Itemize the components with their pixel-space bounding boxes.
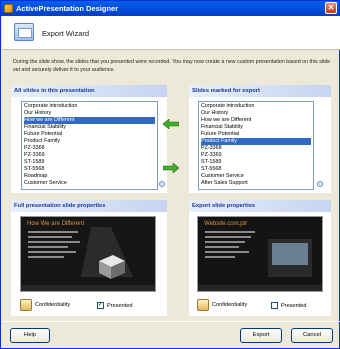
list-item[interactable]: PZ-3369 [24,152,155,159]
slide-thumbnail-title: Website.com.ptr [204,221,248,227]
export-wizard-icon [14,23,34,41]
list-item[interactable]: ST-1589 [24,159,155,166]
list-item[interactable]: PZ-3368 [24,145,155,152]
full-props-panel: How We are Different Confidentiality Pre… [11,212,167,316]
page-title: Export Wizard [42,29,90,38]
presented-checkbox[interactable] [97,301,104,309]
confidentiality-icon[interactable] [197,299,209,311]
footer: Help Export Cancel [2,321,340,349]
presented-label: Presented [281,302,307,309]
list-item[interactable]: ST-5568 [24,166,155,173]
list-item-selected[interactable]: Product Family [201,138,311,145]
list-item[interactable]: Corporate introduction [201,103,311,110]
list-item[interactable]: Customer Service [201,173,311,180]
slide-thumbnail: How We are Different [20,216,156,292]
cancel-button[interactable]: Cancel [291,328,333,343]
list-item[interactable]: Financial Stability [201,124,311,131]
all-slides-panel: Corporate introduction Our History How w… [11,97,167,193]
info-icon[interactable]: i [159,181,165,187]
window-title: ActivePresentation Designer [16,4,119,13]
list-item[interactable]: Corporate introduction [24,103,155,110]
presented-label: Presented [107,302,133,309]
app-icon [4,4,13,13]
help-button[interactable]: Help [10,328,50,343]
confidentiality-label: Confidentiality [212,302,248,308]
export-slides-list[interactable]: Corporate introduction Our History How w… [198,101,314,190]
confidentiality-row[interactable]: Confidentiality [20,299,70,311]
list-item[interactable]: ST-5568 [201,166,311,173]
confidentiality-label: Confidentiality [35,302,71,308]
presented-row[interactable]: Presented [97,301,133,309]
slide-thumbnail: Website.com.ptr [197,216,323,292]
confidentiality-icon[interactable] [20,299,32,311]
move-right-arrow-icon[interactable] [163,163,179,173]
list-item[interactable]: Roadmap [24,173,155,180]
list-item[interactable]: Future Potential [201,131,311,138]
presented-checkbox[interactable] [271,302,278,309]
full-props-heading: Full presentation slide properties [11,200,167,212]
list-item[interactable]: ST-1589 [201,159,311,166]
list-item[interactable]: PZ-3369 [201,152,311,159]
list-item[interactable]: Future Potential [24,131,155,138]
list-item[interactable]: Our History [201,110,311,117]
list-item[interactable]: PZ-3368 [201,145,311,152]
export-slides-heading: Slides marked for export [189,85,331,97]
wizard-header: Export Wizard [2,16,340,50]
slide-thumbnail-bullets [28,231,80,258]
intro-text: During the slide show, the slides that y… [13,59,331,73]
list-item[interactable]: After Sales Support [201,180,311,187]
close-button[interactable]: ✕ [325,2,337,14]
list-item-selected[interactable]: How we are Different [24,117,155,124]
list-item[interactable]: Our History [24,110,155,117]
all-slides-list[interactable]: Corporate introduction Our History How w… [21,101,158,190]
wizard-window: ActivePresentation Designer ✕ Export Wiz… [0,0,340,349]
list-item[interactable]: How we are Different [201,117,311,124]
list-item[interactable]: Customer Service [24,180,155,187]
all-slides-heading: All slides in this presentation [11,85,167,97]
slide-thumbnail-title: How We are Different [27,221,85,227]
confidentiality-row[interactable]: Confidentiality [197,299,247,311]
export-props-panel: Website.com.ptr Confidentiality Presente… [189,212,331,316]
presented-row[interactable]: Presented [271,302,307,309]
slide-thumbnail-bullets [205,231,255,258]
move-left-arrow-icon[interactable] [163,119,179,129]
export-slides-panel: Corporate introduction Our History How w… [189,97,331,193]
title-bar: ActivePresentation Designer ✕ [1,1,339,16]
list-item[interactable]: Financial Stability [24,124,155,131]
export-props-heading: Export slide properties [189,200,331,212]
export-button[interactable]: Export [240,328,282,343]
info-icon[interactable]: i [317,181,323,187]
list-item[interactable]: Product Family [24,138,155,145]
